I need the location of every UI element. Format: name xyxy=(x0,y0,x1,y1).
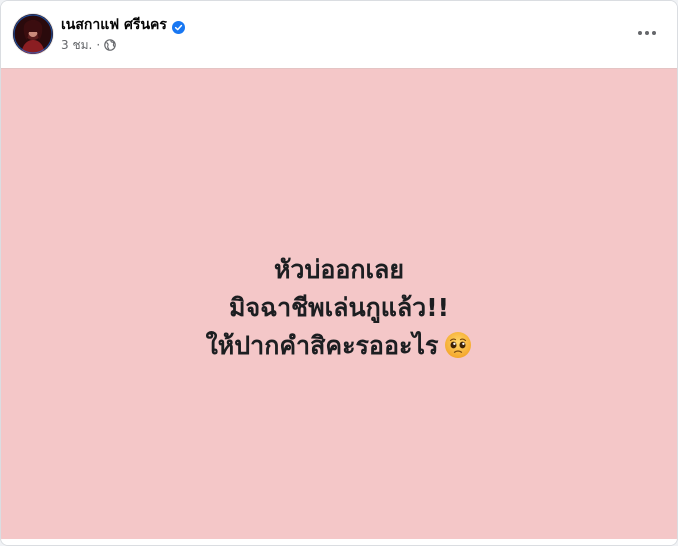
more-options-button[interactable] xyxy=(629,15,665,51)
post-line-1: หัวบ่ออกเลย xyxy=(273,254,405,284)
pleading-face-emoji-icon xyxy=(444,331,472,359)
post-line-2: มิจฉาชีพเล่นกูแล้ว!! xyxy=(228,292,449,322)
post-line-3-wrap: ให้ปากคำสิคะรออะไร xyxy=(206,327,473,365)
post-timestamp[interactable]: 3 ชม. xyxy=(61,36,92,55)
post-meta: 3 ชม. · xyxy=(61,37,116,53)
post-line-3: ให้ปากคำสิคะรออะไร xyxy=(205,330,439,360)
post-background-text[interactable]: หัวบ่ออกเลย มิจฉาชีพเล่นกูแล้ว!! ให้ปากค… xyxy=(1,68,677,540)
globe-icon[interactable] xyxy=(104,39,116,51)
post-footer-strip xyxy=(1,539,677,545)
facebook-post-card: เนสกาแฟ ศรีนคร 3 ชม. · หัวบ่ออกเลย มิจฉา… xyxy=(0,0,678,546)
author-avatar[interactable] xyxy=(13,14,53,54)
author-name-row: เนสกาแฟ ศรีนคร xyxy=(61,15,185,35)
meta-separator: · xyxy=(96,38,101,52)
avatar-photo xyxy=(13,14,53,54)
post-text: หัวบ่ออกเลย มิจฉาชีพเล่นกูแล้ว!! ให้ปากค… xyxy=(206,251,473,365)
post-header: เนสกาแฟ ศรีนคร 3 ชม. · xyxy=(1,1,677,67)
more-options-icon xyxy=(638,31,642,35)
verified-badge-icon xyxy=(171,19,185,34)
more-options-dot xyxy=(645,31,649,35)
more-options-dot xyxy=(652,31,656,35)
author-name[interactable]: เนสกาแฟ ศรีนคร xyxy=(61,15,167,35)
